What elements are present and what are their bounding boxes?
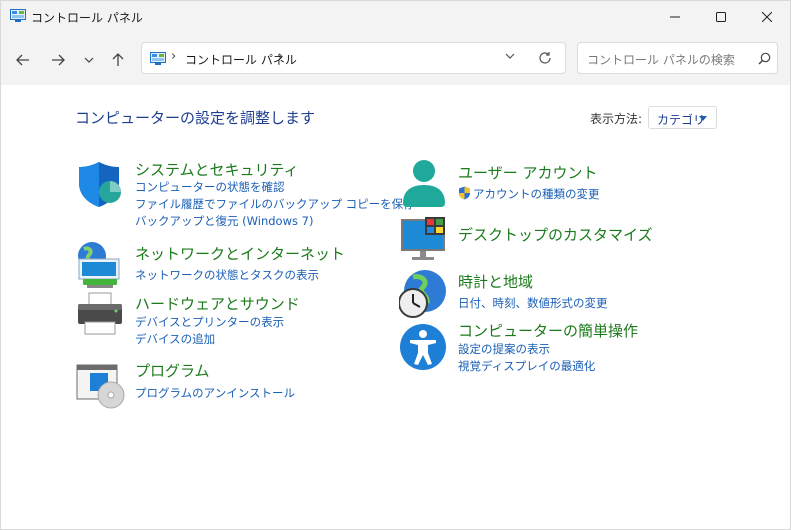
link-network-status-tasks[interactable]: ネットワークの状態とタスクの表示 bbox=[135, 267, 319, 283]
caret-down-icon bbox=[699, 116, 707, 121]
maximize-button[interactable] bbox=[698, 1, 744, 33]
control-panel-window: コントロール パネル › コントロール パネル › コントロール パネルの検索 … bbox=[0, 0, 791, 530]
address-bar[interactable]: › コントロール パネル › bbox=[141, 42, 566, 74]
uac-shield-icon bbox=[459, 186, 470, 200]
chevron-down-icon bbox=[84, 57, 94, 63]
category-clock-region[interactable]: 時計と地域 bbox=[458, 271, 533, 292]
control-panel-icon bbox=[10, 9, 26, 22]
printer-icon[interactable] bbox=[75, 291, 125, 341]
breadcrumb-separator-icon[interactable]: › bbox=[278, 49, 283, 64]
back-button[interactable] bbox=[12, 50, 34, 70]
title-bar[interactable]: コントロール パネル bbox=[1, 1, 790, 33]
shield-icon[interactable] bbox=[75, 159, 125, 209]
link-check-computer-status[interactable]: コンピューターの状態を確認 bbox=[135, 179, 285, 195]
recent-locations-button[interactable] bbox=[78, 50, 100, 70]
link-add-device[interactable]: デバイスの追加 bbox=[135, 331, 215, 347]
link-uninstall-program[interactable]: プログラムのアンインストール bbox=[135, 385, 295, 401]
maximize-icon bbox=[716, 12, 726, 22]
search-placeholder: コントロール パネルの検索 bbox=[587, 53, 735, 67]
link-date-time-number-format[interactable]: 日付、時刻、数値形式の変更 bbox=[458, 295, 608, 311]
category-ease-of-access[interactable]: コンピューターの簡単操作 bbox=[458, 320, 638, 341]
category-network-internet[interactable]: ネットワークとインターネット bbox=[135, 243, 345, 264]
view-by-label: 表示方法: bbox=[590, 112, 643, 126]
network-globe-icon[interactable] bbox=[75, 239, 125, 289]
link-devices-printers[interactable]: デバイスとプリンターの表示 bbox=[135, 314, 284, 330]
monitor-icon[interactable] bbox=[399, 215, 449, 265]
programs-icon[interactable] bbox=[75, 359, 125, 409]
arrow-left-icon bbox=[16, 54, 29, 66]
link-get-recommendations[interactable]: 設定の提案の表示 bbox=[458, 341, 550, 357]
view-by-dropdown[interactable]: カテゴリ bbox=[648, 106, 717, 129]
category-user-accounts[interactable]: ユーザー アカウント bbox=[458, 162, 597, 183]
view-by-value: カテゴリ bbox=[657, 113, 706, 127]
link-change-account-type[interactable]: アカウントの種類の変更 bbox=[473, 186, 600, 202]
link-file-history-backup[interactable]: ファイル履歴でファイルのバックアップ コピーを保存 bbox=[135, 196, 415, 212]
link-optimize-visual-display[interactable]: 視覚ディスプレイの最適化 bbox=[458, 358, 595, 374]
category-desktop-customization[interactable]: デスクトップのカスタマイズ bbox=[458, 224, 653, 245]
link-backup-restore-win7[interactable]: バックアップと復元 (Windows 7) bbox=[135, 213, 313, 229]
up-button[interactable] bbox=[107, 50, 129, 70]
window-title: コントロール パネル bbox=[31, 11, 143, 25]
forward-button[interactable] bbox=[47, 50, 69, 70]
arrow-up-icon bbox=[112, 53, 124, 66]
search-input[interactable]: コントロール パネルの検索 bbox=[577, 42, 778, 74]
user-icon[interactable] bbox=[399, 159, 449, 209]
arrow-right-icon bbox=[52, 54, 65, 66]
minimize-icon bbox=[670, 16, 680, 18]
navigation-bar: › コントロール パネル › コントロール パネルの検索 bbox=[1, 33, 790, 85]
refresh-icon[interactable] bbox=[538, 51, 552, 65]
category-hardware-sound[interactable]: ハードウェアとサウンド bbox=[135, 293, 300, 314]
close-button[interactable] bbox=[744, 1, 790, 33]
control-panel-icon bbox=[150, 52, 166, 65]
search-icon[interactable] bbox=[758, 52, 771, 65]
accessibility-icon[interactable] bbox=[399, 323, 449, 373]
category-programs[interactable]: プログラム bbox=[135, 360, 210, 381]
minimize-button[interactable] bbox=[652, 1, 698, 33]
close-icon bbox=[762, 12, 772, 22]
breadcrumb-separator-icon[interactable]: › bbox=[171, 49, 176, 64]
category-system-security[interactable]: システムとセキュリティ bbox=[135, 159, 299, 180]
chevron-down-icon[interactable] bbox=[505, 53, 515, 59]
clock-globe-icon[interactable] bbox=[399, 269, 449, 319]
page-heading: コンピューターの設定を調整します bbox=[75, 109, 316, 127]
